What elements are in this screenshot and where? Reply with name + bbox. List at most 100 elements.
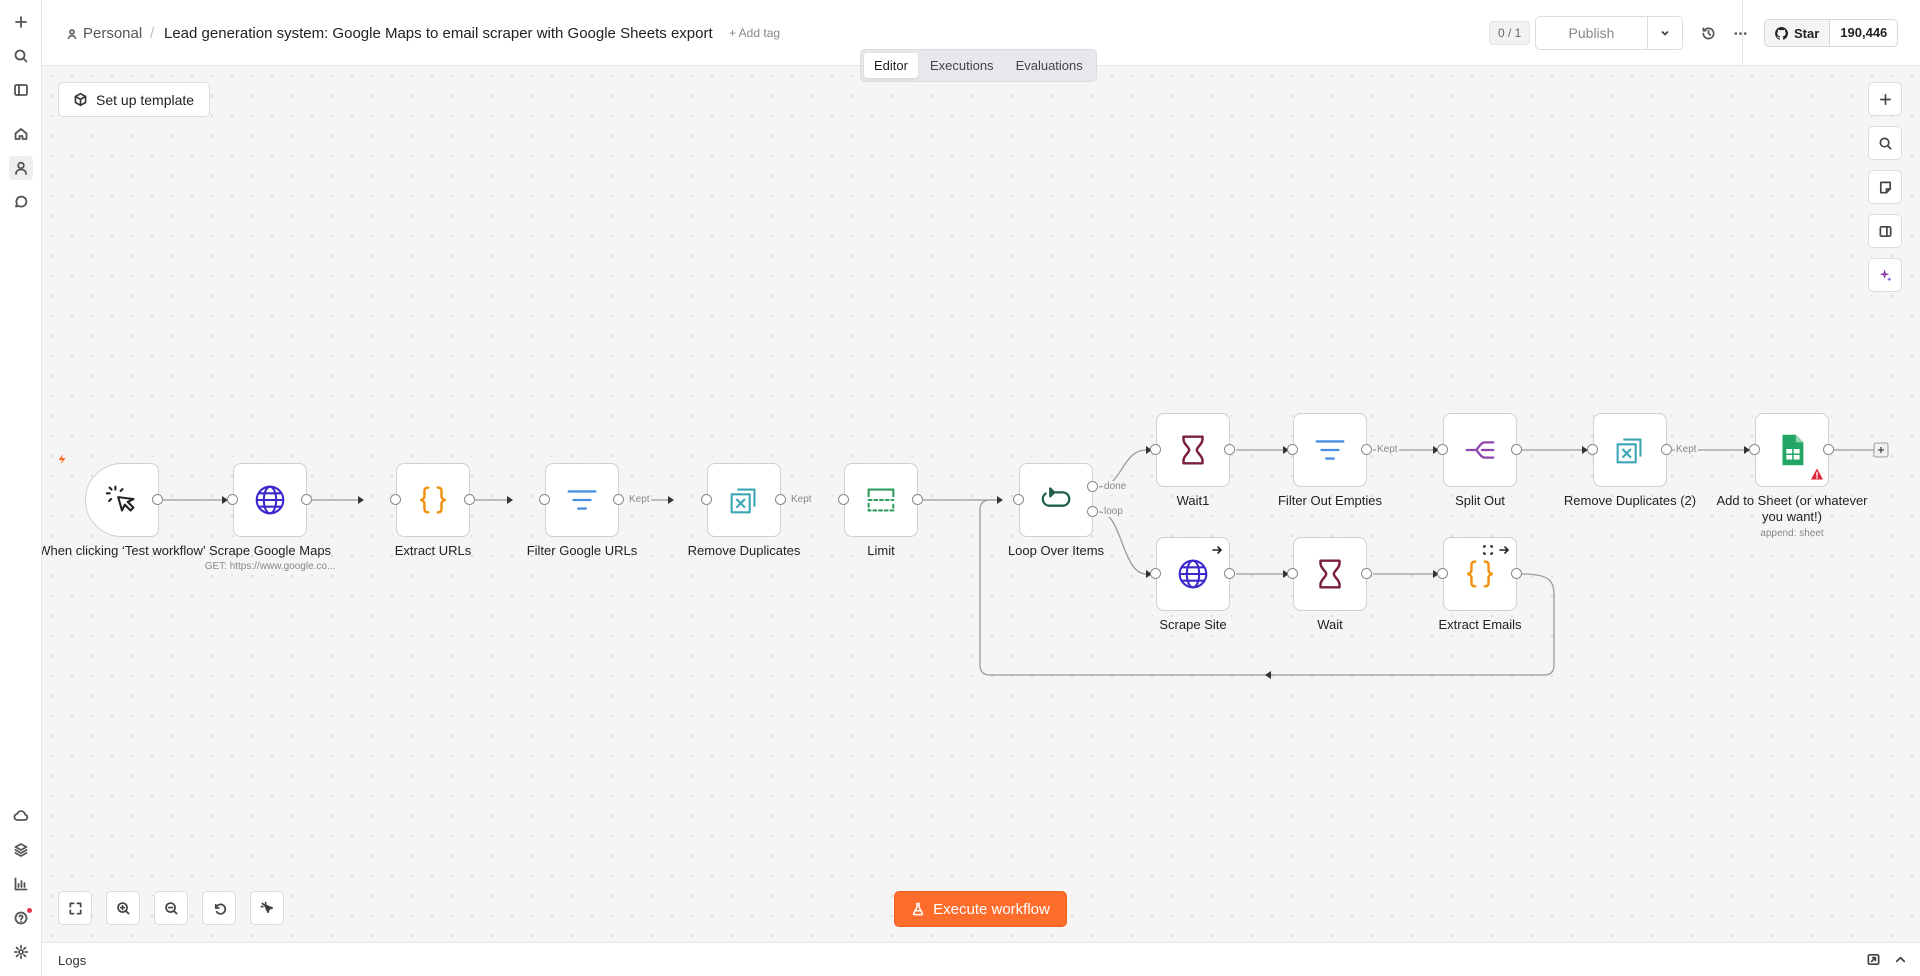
settings-icon[interactable] bbox=[9, 940, 33, 964]
edge-label-kept: Kept bbox=[628, 494, 651, 505]
node-label: When clicking ‘Test workflow’ bbox=[42, 543, 206, 558]
tab-editor[interactable]: Editor bbox=[864, 53, 918, 78]
breadcrumb-project[interactable]: Personal bbox=[66, 25, 142, 42]
code-braces-icon bbox=[1466, 560, 1494, 588]
fullscreen-icon bbox=[69, 902, 81, 914]
user-icon[interactable] bbox=[9, 156, 33, 180]
tab-executions[interactable]: Executions bbox=[920, 53, 1004, 78]
zoom-out-button[interactable] bbox=[154, 891, 188, 925]
node-input-port[interactable] bbox=[1749, 444, 1760, 455]
node-input-port[interactable] bbox=[701, 494, 712, 505]
active-counter: 0 / 1 bbox=[1489, 21, 1531, 45]
node-remove-duplicates[interactable] bbox=[707, 463, 781, 537]
node-output-port[interactable] bbox=[1224, 444, 1235, 455]
node-input-port[interactable] bbox=[1587, 444, 1598, 455]
node-label: Scrape Google Maps bbox=[208, 543, 332, 558]
ai-assistant-button[interactable] bbox=[1868, 258, 1902, 292]
github-star-button[interactable]: Star 190,446 bbox=[1764, 19, 1899, 47]
node-input-port[interactable] bbox=[539, 494, 550, 505]
zoom-in-button[interactable] bbox=[106, 891, 140, 925]
setup-template-label: Set up template bbox=[96, 91, 195, 108]
chevron-up-icon[interactable] bbox=[1893, 952, 1908, 967]
node-output-port[interactable] bbox=[301, 494, 312, 505]
node-input-port[interactable] bbox=[1150, 444, 1161, 455]
node-input-port[interactable] bbox=[1437, 568, 1448, 579]
node-filter-google-urls[interactable] bbox=[545, 463, 619, 537]
breadcrumb-separator: / bbox=[150, 25, 155, 42]
insights-icon[interactable] bbox=[9, 872, 33, 896]
node-input-port[interactable] bbox=[1150, 568, 1161, 579]
search-icon[interactable] bbox=[9, 44, 33, 68]
node-output-port[interactable] bbox=[1361, 568, 1372, 579]
history-icon[interactable] bbox=[1696, 21, 1720, 45]
workflow-canvas[interactable]: Kept Kept done loop Kept Kept Set up tem… bbox=[42, 66, 1920, 942]
publish-button[interactable]: Publish bbox=[1536, 17, 1648, 49]
node-output-port[interactable] bbox=[1661, 444, 1672, 455]
cloud-icon[interactable] bbox=[9, 804, 33, 828]
node-output-port[interactable] bbox=[775, 494, 786, 505]
fit-view-button[interactable] bbox=[58, 891, 92, 925]
node-input-port[interactable] bbox=[1287, 568, 1298, 579]
workflow-title[interactable]: Lead generation system: Google Maps to e… bbox=[164, 25, 713, 42]
node-output-port[interactable] bbox=[1361, 444, 1372, 455]
node-add-to-sheet[interactable] bbox=[1755, 413, 1829, 487]
node-output-port-done[interactable] bbox=[1087, 481, 1098, 492]
sidebar-toggle-icon[interactable] bbox=[9, 78, 33, 102]
node-output-port[interactable] bbox=[1823, 444, 1834, 455]
node-input-port[interactable] bbox=[1013, 494, 1024, 505]
node-input-port[interactable] bbox=[1287, 444, 1298, 455]
node-wait[interactable] bbox=[1293, 537, 1367, 611]
node-extract-urls[interactable] bbox=[396, 463, 470, 537]
node-trigger[interactable] bbox=[85, 463, 159, 537]
home-icon[interactable] bbox=[9, 122, 33, 146]
setup-template-button[interactable]: Set up template bbox=[58, 82, 211, 117]
help-icon[interactable] bbox=[9, 906, 33, 930]
node-limit[interactable] bbox=[844, 463, 918, 537]
node-output-port-loop[interactable] bbox=[1087, 506, 1098, 517]
split-out-icon bbox=[1465, 441, 1495, 459]
open-in-window-icon[interactable] bbox=[1866, 952, 1881, 967]
node-subtitle: GET: https://www.google.co... bbox=[204, 561, 336, 572]
tab-evaluations[interactable]: Evaluations bbox=[1006, 53, 1093, 78]
logs-label: Logs bbox=[58, 953, 87, 968]
globe-icon bbox=[1178, 559, 1208, 589]
node-output-port[interactable] bbox=[464, 494, 475, 505]
node-loop-over-items[interactable] bbox=[1019, 463, 1093, 537]
node-input-port[interactable] bbox=[838, 494, 849, 505]
templates-icon[interactable] bbox=[9, 838, 33, 862]
left-sidebar bbox=[0, 0, 42, 976]
node-input-port[interactable] bbox=[227, 494, 238, 505]
github-star[interactable]: Star bbox=[1765, 20, 1831, 46]
node-output-port[interactable] bbox=[1224, 568, 1235, 579]
chat-icon[interactable] bbox=[9, 190, 33, 214]
undo-button[interactable] bbox=[202, 891, 236, 925]
sticky-note-icon bbox=[1879, 181, 1891, 193]
search-nodes-button[interactable] bbox=[1868, 126, 1902, 160]
plus-icon bbox=[1879, 93, 1891, 105]
node-scrape-google-maps[interactable] bbox=[233, 463, 307, 537]
toggle-panel-button[interactable] bbox=[1868, 214, 1902, 248]
logs-panel[interactable]: Logs bbox=[42, 942, 1920, 976]
node-output-port[interactable] bbox=[1511, 568, 1522, 579]
chevron-down-icon[interactable] bbox=[1648, 17, 1682, 49]
node-wait1[interactable] bbox=[1156, 413, 1230, 487]
node-filter-out-empties[interactable] bbox=[1293, 413, 1367, 487]
node-scrape-site[interactable] bbox=[1156, 537, 1230, 611]
execute-workflow-button[interactable]: Execute workflow bbox=[894, 891, 1067, 927]
sticky-note-button[interactable] bbox=[1868, 170, 1902, 204]
node-input-port[interactable] bbox=[1437, 444, 1448, 455]
node-remove-duplicates-2[interactable] bbox=[1593, 413, 1667, 487]
plus-icon[interactable] bbox=[9, 10, 33, 34]
tidy-up-button[interactable] bbox=[250, 891, 284, 925]
node-extract-emails[interactable] bbox=[1443, 537, 1517, 611]
node-output-port[interactable] bbox=[613, 494, 624, 505]
add-tag-button[interactable]: + Add tag bbox=[729, 26, 780, 40]
node-input-port[interactable] bbox=[390, 494, 401, 505]
node-split-out[interactable] bbox=[1443, 413, 1517, 487]
loop-icon bbox=[1041, 487, 1071, 507]
node-output-port[interactable] bbox=[912, 494, 923, 505]
add-node-button[interactable] bbox=[1868, 82, 1902, 116]
node-output-port[interactable] bbox=[1511, 444, 1522, 455]
node-output-port[interactable] bbox=[152, 494, 163, 505]
more-options-icon[interactable] bbox=[1728, 21, 1752, 45]
